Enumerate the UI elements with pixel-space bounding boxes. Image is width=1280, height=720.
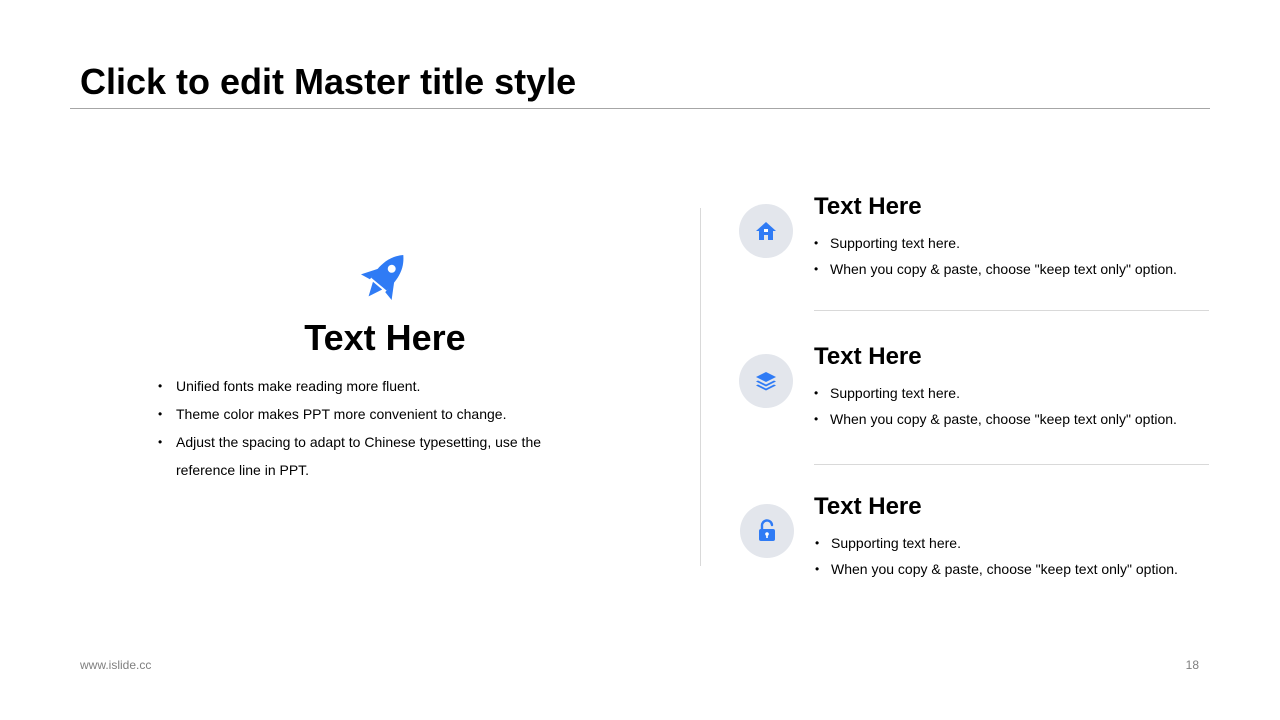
- feature-bullet-item[interactable]: Supporting text here.: [814, 380, 1177, 406]
- feature-bullet-list: Supporting text here. When you copy & pa…: [815, 530, 1178, 582]
- item-separator: [814, 310, 1209, 311]
- feature-bullet-item[interactable]: When you copy & paste, choose "keep text…: [815, 556, 1178, 582]
- title-underline: [70, 108, 1210, 109]
- feature-heading[interactable]: Text Here: [814, 192, 922, 222]
- feature-bullet-list: Supporting text here. When you copy & pa…: [814, 230, 1177, 282]
- feature-bullet-item[interactable]: Supporting text here.: [815, 530, 1178, 556]
- footer-url: www.islide.cc: [80, 658, 152, 672]
- layers-icon: [739, 354, 793, 408]
- slide-title[interactable]: Click to edit Master title style: [80, 58, 576, 106]
- vertical-divider: [700, 208, 701, 566]
- feature-bullet-item[interactable]: When you copy & paste, choose "keep text…: [814, 256, 1177, 282]
- left-bullet-list: Unified fonts make reading more fluent. …: [158, 372, 568, 484]
- feature-heading[interactable]: Text Here: [814, 492, 922, 522]
- feature-heading[interactable]: Text Here: [814, 342, 922, 372]
- feature-item-unlock: Text Here Supporting text here. When you…: [739, 492, 1219, 632]
- left-bullet-item[interactable]: Theme color makes PPT more convenient to…: [158, 400, 568, 428]
- feature-item-home: Text Here Supporting text here. When you…: [739, 192, 1219, 332]
- home-icon: [739, 204, 793, 258]
- page-number: 18: [1185, 658, 1199, 672]
- feature-bullet-item[interactable]: When you copy & paste, choose "keep text…: [814, 406, 1177, 432]
- rocket-icon: [352, 246, 416, 310]
- item-separator: [814, 464, 1209, 465]
- feature-item-layers: Text Here Supporting text here. When you…: [739, 342, 1219, 482]
- feature-bullet-item[interactable]: Supporting text here.: [814, 230, 1177, 256]
- feature-bullet-list: Supporting text here. When you copy & pa…: [814, 380, 1177, 432]
- left-bullet-item[interactable]: Unified fonts make reading more fluent.: [158, 372, 568, 400]
- left-heading[interactable]: Text Here: [200, 316, 570, 360]
- unlock-icon: [740, 504, 794, 558]
- left-bullet-item[interactable]: Adjust the spacing to adapt to Chinese t…: [158, 428, 568, 484]
